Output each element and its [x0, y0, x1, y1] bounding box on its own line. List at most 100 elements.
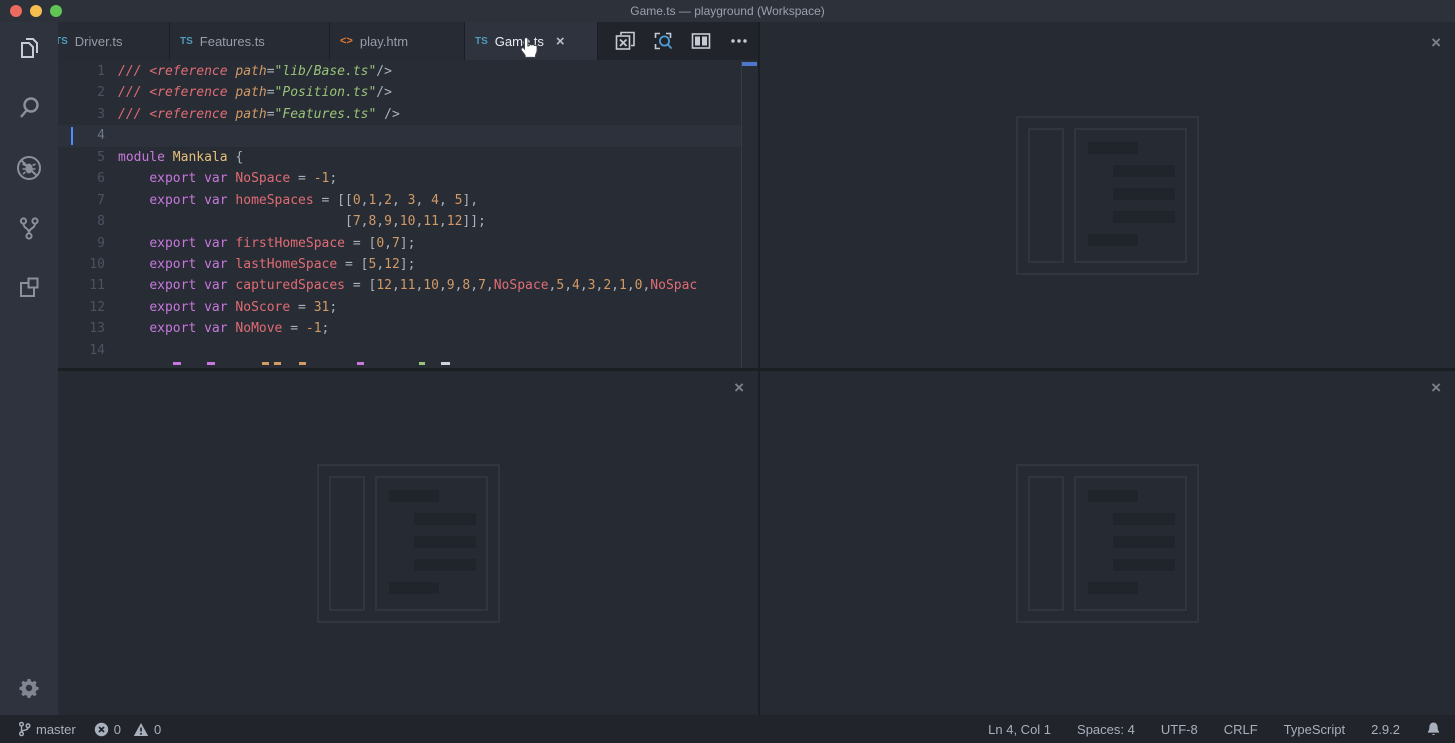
tab-bar: TS Driver.ts TS Features.ts <> play.htm TS Game… [58, 22, 758, 60]
line-number: 8 [58, 211, 105, 232]
extensions-icon[interactable] [14, 273, 44, 303]
code-text: module Mankala { [105, 147, 243, 168]
tab-label: play.htm [360, 34, 408, 49]
warning-count: 0 [154, 722, 161, 737]
line-number: 12 [58, 297, 105, 318]
code-line[interactable]: 1/// <reference path="lib/Base.ts"/> [58, 61, 758, 82]
code-line[interactable]: 14 [58, 340, 758, 361]
code-text [105, 125, 118, 146]
line-number: 11 [58, 275, 105, 296]
code-text: export var NoSpace = -1; [105, 168, 337, 189]
activity-bar [0, 22, 58, 715]
line-number: 7 [58, 190, 105, 211]
error-icon [94, 722, 109, 737]
notifications-bell-icon[interactable] [1426, 721, 1441, 737]
tab-driver.ts[interactable]: TS Driver.ts [58, 22, 170, 60]
ts-file-icon: TS [475, 36, 488, 47]
editor-group-bottom-right[interactable]: × [760, 371, 1455, 715]
git-branch-icon [18, 721, 31, 737]
tab-label: Game.ts [495, 34, 544, 49]
code-text: /// <reference path="Features.ts" /> [105, 104, 400, 125]
tab-label: Driver.ts [75, 34, 123, 49]
line-number: 9 [58, 233, 105, 254]
status-item-ln-4-col-1[interactable]: Ln 4, Col 1 [988, 722, 1051, 737]
status-right-items: Ln 4, Col 1 Spaces: 4 UTF-8 CRLF TypeScript 2… [988, 722, 1400, 737]
status-item-2.9.2[interactable]: 2.9.2 [1371, 722, 1400, 737]
code-text: export var firstHomeSpace = [0,7]; [105, 233, 415, 254]
warning-icon [133, 722, 149, 737]
error-count: 0 [114, 722, 121, 737]
line-number: 3 [58, 104, 105, 125]
line-number: 5 [58, 147, 105, 168]
tab-label: Features.ts [200, 34, 265, 49]
tab-bar-tabs: TS Driver.ts TS Features.ts <> play.htm TS Game… [58, 22, 598, 60]
search-editor-icon[interactable] [650, 28, 676, 54]
code-line[interactable]: 11 export var capturedSpaces = [12,11,10… [58, 275, 758, 296]
status-item-crlf[interactable]: CRLF [1224, 722, 1258, 737]
code-text: /// <reference path="Position.ts"/> [105, 82, 392, 103]
code-line[interactable]: 5module Mankala { [58, 147, 758, 168]
code-text: export var homeSpaces = [[0,1,2, 3, 4, 5… [105, 190, 478, 211]
code-line[interactable]: 10 export var lastHomeSpace = [5,12]; [58, 254, 758, 275]
code-line[interactable]: 4 [58, 125, 741, 146]
line-number: 13 [58, 318, 105, 339]
ts-file-icon: TS [58, 36, 68, 47]
line-number: 1 [58, 61, 105, 82]
text-cursor [71, 127, 73, 145]
line-number: 4 [58, 125, 105, 146]
line-number: 6 [58, 168, 105, 189]
code-line[interactable]: 7 export var homeSpaces = [[0,1,2, 3, 4,… [58, 190, 758, 211]
close-group-icon[interactable]: × [1431, 34, 1441, 51]
tab-play.htm[interactable]: <> play.htm [330, 22, 465, 60]
editor-actions [598, 22, 758, 60]
code-line[interactable]: 6 export var NoSpace = -1; [58, 168, 758, 189]
code-text: export var NoMove = -1; [105, 318, 329, 339]
git-branch-status[interactable]: master [18, 721, 76, 737]
split-editor-icon[interactable] [688, 28, 714, 54]
editor-group-bottom-left[interactable]: × [58, 371, 758, 715]
status-item-typescript[interactable]: TypeScript [1284, 722, 1345, 737]
line-number: 2 [58, 82, 105, 103]
status-item-spaces-4[interactable]: Spaces: 4 [1077, 722, 1135, 737]
code-editor[interactable]: 1/// <reference path="lib/Base.ts"/>2///… [58, 60, 758, 368]
code-line[interactable]: 12 export var NoScore = 31; [58, 297, 758, 318]
tab-game.ts[interactable]: TS Game.ts × [465, 22, 598, 60]
status-bar: master 0 0 Ln 4, Col 1 Spaces: 4 UTF-8 CRLF… [0, 715, 1455, 743]
html-file-icon: <> [340, 35, 353, 47]
code-line[interactable]: 8 [7,8,9,10,11,12]]; [58, 211, 758, 232]
debug-disabled-icon[interactable] [14, 153, 44, 183]
code-line[interactable]: 2/// <reference path="Position.ts"/> [58, 82, 758, 103]
empty-editor-watermark [317, 464, 500, 623]
close-tab-icon[interactable]: × [556, 34, 565, 49]
branch-name: master [36, 722, 76, 737]
code-line[interactable]: 13 export var NoMove = -1; [58, 318, 758, 339]
close-group-icon[interactable]: × [734, 379, 744, 396]
tab-features.ts[interactable]: TS Features.ts [170, 22, 330, 60]
titlebar: Game.ts — playground (Workspace) [0, 0, 1455, 22]
line-number: 10 [58, 254, 105, 275]
clipped-code-line [58, 362, 758, 367]
overview-ruler-cursor-marker [742, 62, 757, 66]
close-group-icon[interactable]: × [1431, 379, 1441, 396]
more-actions-icon[interactable] [726, 28, 752, 54]
code-text [105, 340, 118, 361]
ts-file-icon: TS [180, 36, 193, 47]
search-icon[interactable] [14, 93, 44, 123]
empty-editor-watermark [1016, 464, 1199, 623]
status-item-utf-8[interactable]: UTF-8 [1161, 722, 1198, 737]
problems-status[interactable]: 0 0 [94, 722, 161, 737]
settings-gear-icon[interactable] [14, 673, 44, 703]
source-control-icon[interactable] [14, 213, 44, 243]
code-line[interactable]: 9 export var firstHomeSpace = [0,7]; [58, 233, 758, 254]
editor-group-top-right[interactable]: × [760, 22, 1455, 368]
window-title: Game.ts — playground (Workspace) [0, 4, 1455, 18]
code-area: 1/// <reference path="lib/Base.ts"/>2///… [58, 61, 758, 361]
code-text: [7,8,9,10,11,12]]; [105, 211, 486, 232]
vscode-window: Game.ts — playground (Workspace) [0, 0, 1455, 743]
line-number: 14 [58, 340, 105, 361]
code-text: export var capturedSpaces = [12,11,10,9,… [105, 275, 697, 296]
code-line[interactable]: 3/// <reference path="Features.ts" /> [58, 104, 758, 125]
explorer-icon[interactable] [14, 33, 44, 63]
close-all-editors-icon[interactable] [612, 28, 638, 54]
code-text: /// <reference path="lib/Base.ts"/> [105, 61, 392, 82]
